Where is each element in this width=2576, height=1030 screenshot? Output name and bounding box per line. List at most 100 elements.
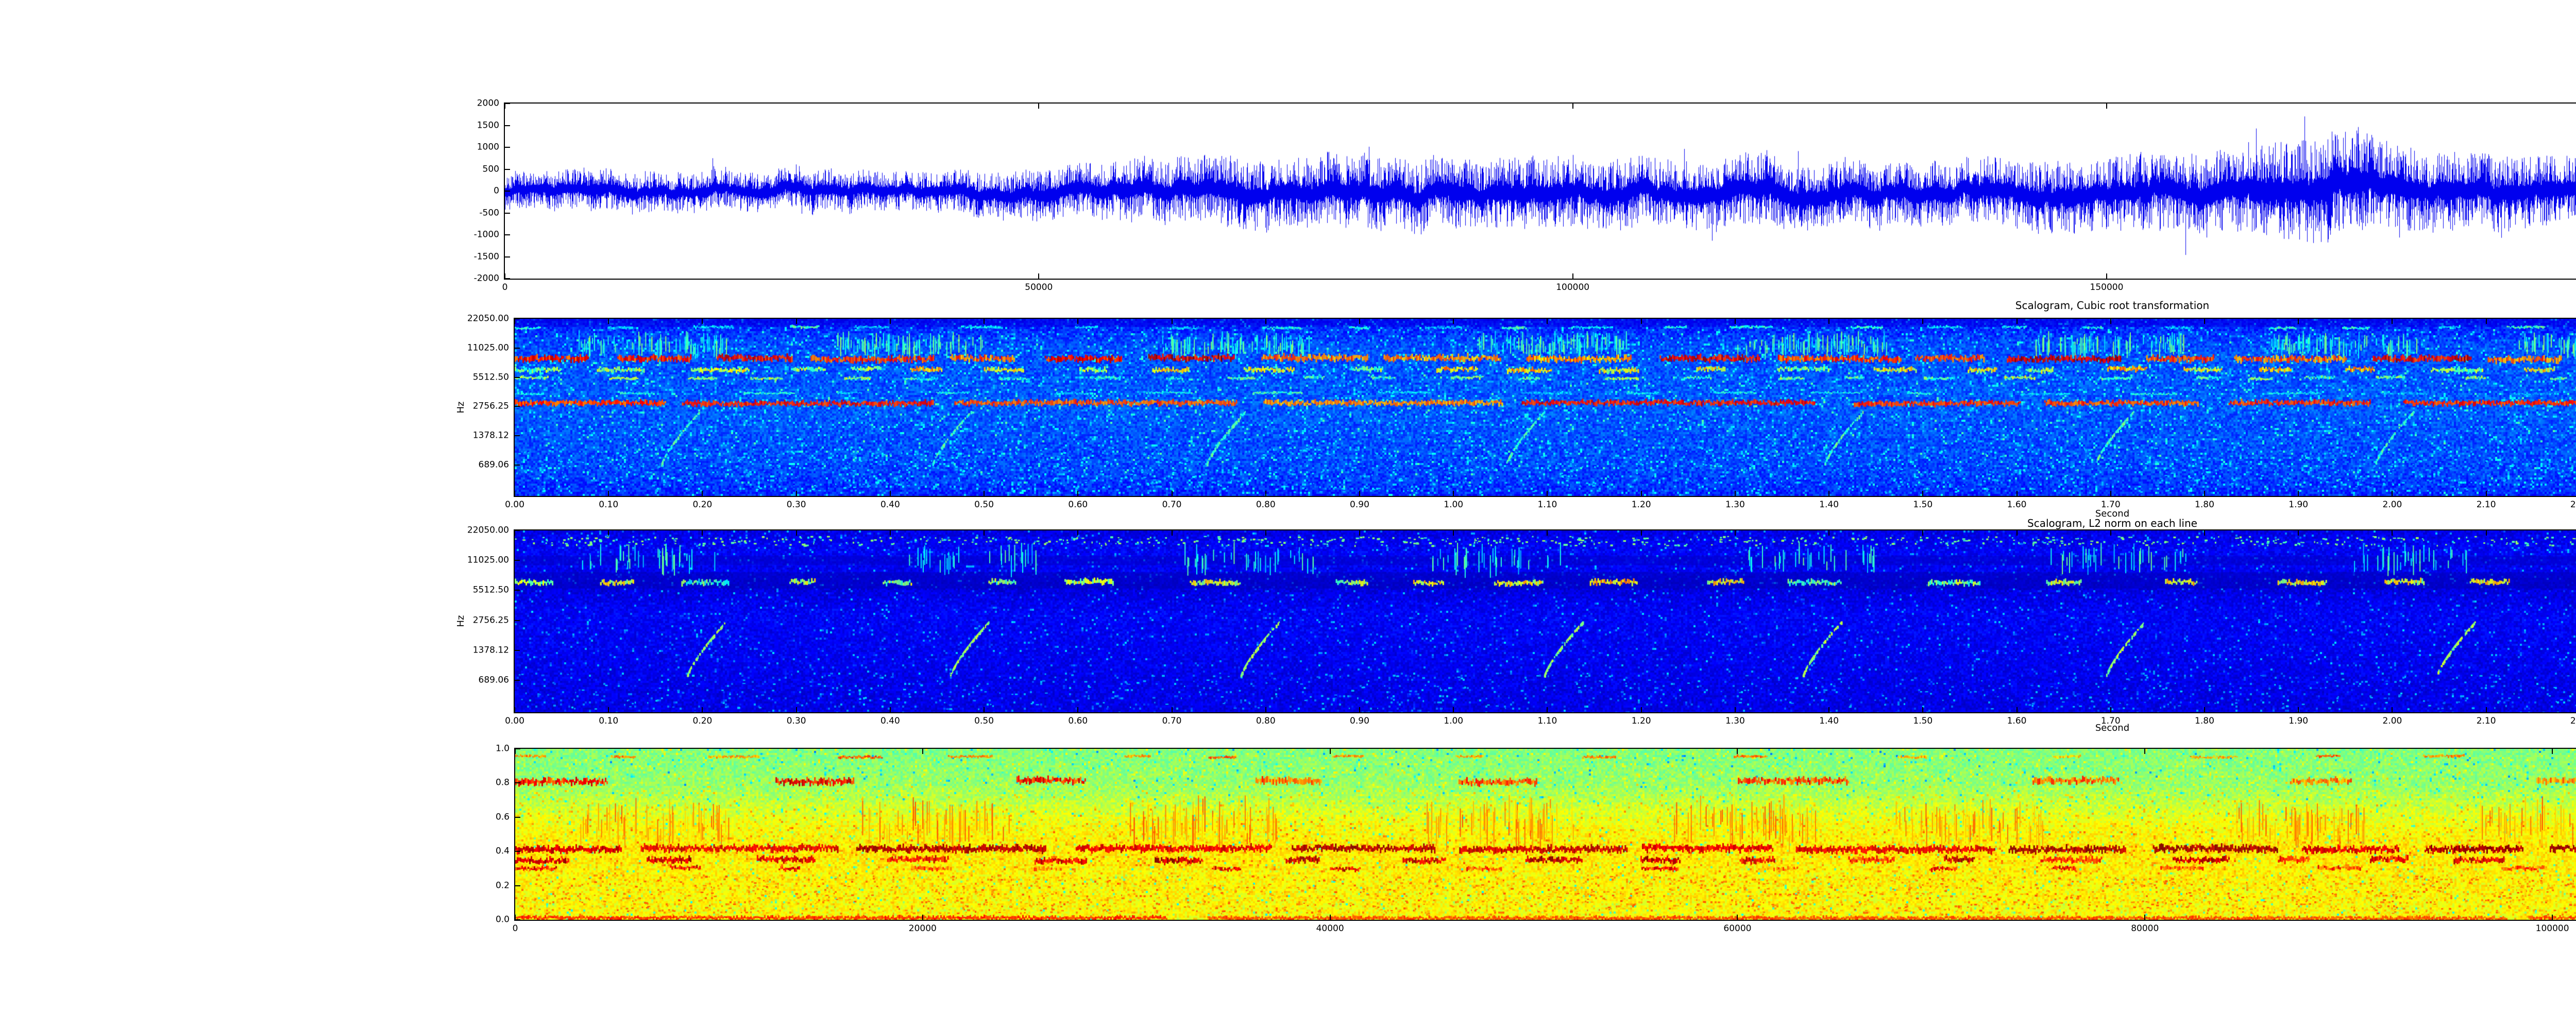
scalogram-cubic-ytick-label: 1378.12 [473,432,509,440]
waveform-ytick-mark [505,147,510,148]
waveform-ytick-mark [505,191,510,192]
scalogram-cubic-xtick-mark [2392,491,2393,496]
scalogram-l2-ylabel: Hz [456,615,466,627]
waveform-plot [504,102,2576,280]
scalogram-cubic-xtick-label: 0.10 [599,501,618,509]
scalogram-l2-xtick-mark [1077,530,1078,536]
scalogram-l2-xtick-mark [1922,707,1923,712]
spectrogram-ytick-mark [515,782,520,783]
scalogram-l2-xtick-mark [1641,707,1642,712]
waveform-ytick-mark [505,169,510,170]
scalogram-l2-xtick-label: 1.50 [1913,717,1933,726]
scalogram-cubic-ytick-mark [515,435,520,436]
scalogram-cubic-xtick-mark [2110,491,2111,496]
scalogram-cubic-xtick-label: 1.60 [2007,501,2027,509]
scalogram-l2-xtick-mark [514,530,515,536]
scalogram-l2-plot [514,529,2576,713]
scalogram-cubic-xtick-mark [2110,319,2111,324]
waveform-ytick-label: -500 [479,209,499,217]
scalogram-cubic-xtick-mark [1735,491,1736,496]
spectrogram-ytick-label: 0.8 [496,779,510,787]
scalogram-l2-xtick-mark [1735,530,1736,536]
scalogram-l2-xtick-label: 2.20 [2570,717,2576,726]
scalogram-l2-ytick-label: 689.06 [479,676,509,685]
spectrogram-xtick-mark [1737,749,1738,754]
scalogram-l2-xtick-mark [2110,530,2111,536]
waveform-ytick-mark [505,278,510,279]
scalogram-l2-ytick-mark [515,590,520,591]
scalogram-l2-xtick-mark [2016,707,2018,712]
scalogram-l2-xtick-label: 1.80 [2195,717,2214,726]
spectrogram-ytick-label: 0.6 [496,813,510,821]
scalogram-l2-xtick-label: 1.00 [1444,717,1463,726]
scalogram-cubic-xtick-mark [890,319,891,324]
spectrogram-ytick-mark [515,919,520,920]
scalogram-l2-xtick-label: 2.10 [2477,717,2496,726]
waveform-ytick-mark [505,256,510,258]
scalogram-l2-ytick-mark [515,530,520,531]
scalogram-cubic-xtick-mark [1453,491,1454,496]
scalogram-l2-xtick-mark [890,530,891,536]
scalogram-l2-xtick-label: 0.30 [787,717,806,726]
scalogram-cubic-xtick-mark [1359,491,1360,496]
scalogram-l2-xtick-mark [1547,707,1548,712]
scalogram-cubic-xtick-mark [2486,319,2487,324]
waveform-xtick-mark [504,104,505,109]
scalogram-cubic-xtick-mark [1453,319,1454,324]
scalogram-cubic-ytick-mark [515,406,520,407]
scalogram-cubic-xtick-mark [1077,491,1078,496]
scalogram-cubic-xtick-label: 1.50 [1913,501,1933,509]
scalogram-l2-xtick-label: 0.60 [1068,717,1088,726]
scalogram-l2-xtick-label: 0.10 [599,717,618,726]
spectrogram-ytick-label: 0.2 [496,881,510,890]
scalogram-cubic-xtick-label: 2.00 [2382,501,2402,509]
scalogram-l2-xtick-mark [796,707,797,712]
scalogram-cubic-ytick-mark [515,465,520,466]
scalogram-l2-xtick-mark [984,530,985,536]
scalogram-l2-xtick-mark [1922,530,1923,536]
scalogram-l2-xtick-mark [702,530,703,536]
waveform-ytick-mark [505,213,510,214]
waveform-canvas [505,104,2576,279]
scalogram-l2-xtick-label: 2.00 [2382,717,2402,726]
scalogram-cubic-xtick-mark [1735,319,1736,324]
scalogram-cubic-xtick-label: 0.90 [1350,501,1369,509]
scalogram-cubic-xtick-mark [2392,319,2393,324]
scalogram-cubic-xtick-mark [1828,319,1829,324]
scalogram-l2-xtick-label: 0.00 [505,717,524,726]
scalogram-cubic-xtick-mark [1547,319,1548,324]
scalogram-l2-xtick-label: 0.20 [693,717,713,726]
waveform-ytick-label: -1500 [474,252,499,261]
scalogram-l2-xtick-mark [1172,707,1173,712]
scalogram-cubic-xtick-mark [1828,491,1829,496]
scalogram-cubic-xtick-mark [702,319,703,324]
scalogram-cubic-xtick-label: 2.20 [2570,501,2576,509]
scalogram-cubic-ytick-mark [515,348,520,349]
scalogram-cubic-xtick-label: 1.00 [1444,501,1463,509]
scalogram-l2-xtick-mark [1828,707,1829,712]
scalogram-cubic-plot [514,318,2576,497]
spectrogram-ytick-label: 0.0 [496,916,510,924]
spectrogram-xtick-label: 40000 [1316,924,1344,933]
scalogram-l2-xtick-label: 1.30 [1725,717,1745,726]
scalogram-l2-xtick-label: 1.20 [1632,717,1651,726]
scalogram-l2-xtick-label: 1.40 [1819,717,1839,726]
scalogram-cubic-ylabel: Hz [456,402,466,414]
spectrogram-xtick-label: 0 [513,924,518,933]
spectrogram-xtick-mark [1737,915,1738,920]
spectrogram-ytick-mark [515,885,520,886]
spectrogram-ytick-label: 1.0 [496,745,510,753]
spectrogram-ytick-mark [515,817,520,818]
scalogram-cubic-ytick-label: 689.06 [479,460,509,469]
waveform-ytick-label: 500 [483,165,499,174]
scalogram-l2-xtick-mark [2392,530,2393,536]
waveform-xtick-label: 100000 [1556,283,1589,292]
waveform-xtick-label: 0 [502,283,508,292]
scalogram-l2-xtick-mark [2392,707,2393,712]
waveform-xtick-mark [1572,273,1573,279]
scalogram-cubic-xtick-mark [1922,491,1923,496]
scalogram-l2-xtick-mark [1735,707,1736,712]
spectrogram-xtick-label: 100000 [2536,924,2569,933]
waveform-xtick-label: 150000 [2090,283,2124,292]
scalogram-cubic-xtick-label: 1.90 [2289,501,2308,509]
